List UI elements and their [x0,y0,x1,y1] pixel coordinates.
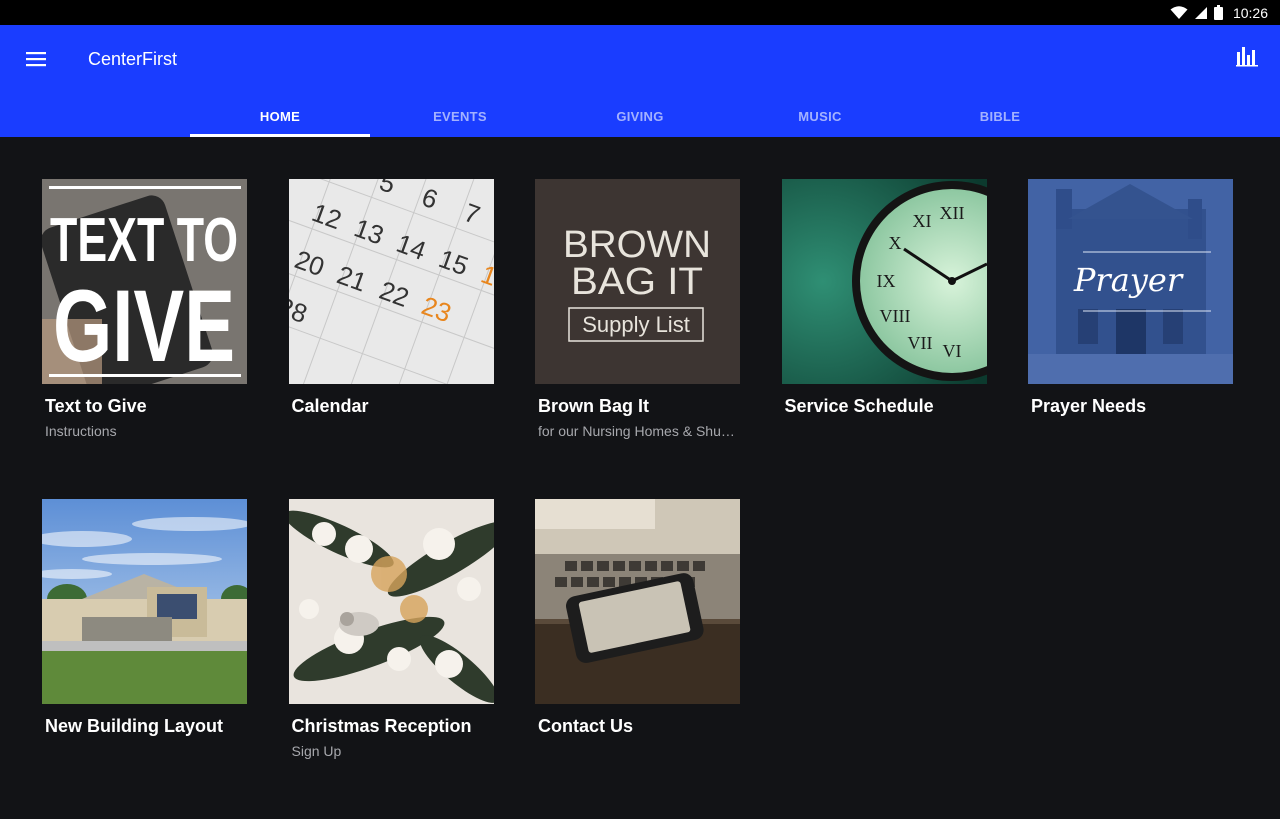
card-subtitle: Sign Up [291,743,342,759]
card-title: Contact Us [538,716,634,736]
status-bar: 10:26 [0,0,1280,25]
card-title: New Building Layout [45,716,223,736]
card-calendar[interactable]: 4 5 6 7 8 12 13 14 15 16 20 21 22 23 28 [288,179,494,499]
svg-text:VI: VI [942,341,961,361]
cell-signal-icon [1194,6,1207,19]
svg-text:IX: IX [876,271,895,291]
contact-thumbnail [535,499,740,704]
tab-giving[interactable]: GIVING [550,95,730,137]
tab-bar: HOME EVENTS GIVING MUSIC BIBLE [190,95,1090,137]
card-text-to-give[interactable]: TEXT TO GIVE Text to Give Instructions [42,179,247,499]
card-title: Calendar [291,396,369,416]
tab-music[interactable]: MUSIC [730,95,910,137]
card-title: Brown Bag It [538,396,649,416]
svg-text:VII: VII [907,333,932,353]
svg-text:XI: XI [912,211,931,231]
battery-icon [1213,5,1223,20]
card-title: Service Schedule [784,396,934,416]
thumb-text-bag-it: BAG IT [571,261,703,303]
christmas-thumbnail [288,499,494,704]
brown-bag-thumbnail: BROWN BAG IT Supply List [535,179,740,384]
prayer-thumbnail: Prayer [1028,179,1233,384]
content-grid: TEXT TO GIVE Text to Give Instructions 4 [42,179,1233,819]
hamburger-menu-icon[interactable] [24,47,48,71]
wifi-icon [1170,5,1188,19]
building-thumbnail [42,499,247,704]
tab-events[interactable]: EVENTS [370,95,550,137]
calendar-thumbnail: 4 5 6 7 8 12 13 14 15 16 20 21 22 23 28 [288,179,494,384]
card-contact-us[interactable]: Contact Us [535,499,740,819]
card-christmas-reception[interactable]: Christmas Reception Sign Up [288,499,494,819]
thumb-text-brown: BROWN [563,224,711,266]
card-subtitle: Instructions [45,423,117,439]
card-title: Text to Give [45,396,147,416]
svg-text:XII: XII [939,203,964,223]
card-title: Prayer Needs [1031,396,1147,416]
thumb-text-line2: GIVE [53,269,235,383]
card-new-building-layout[interactable]: New Building Layout [42,499,247,819]
card-prayer-needs[interactable]: Prayer Prayer Needs [1028,179,1233,499]
app-title: CenterFirst [88,49,178,69]
svg-text:VIII: VIII [879,306,910,326]
clock-thumbnail: XII XI X IX VIII VII VI [781,179,987,384]
card-service-schedule[interactable]: XII XI X IX VIII VII VI Service Schedule [781,179,987,499]
text-to-give-thumbnail: TEXT TO GIVE [42,179,247,384]
card-subtitle: for our Nursing Homes & Shu… [538,423,735,439]
thumb-text-prayer: Prayer [1073,261,1184,299]
tab-bible[interactable]: BIBLE [910,95,1090,137]
bar-chart-icon[interactable] [1236,45,1258,67]
thumb-text-supply-list: Supply List [582,312,690,337]
card-brown-bag-it[interactable]: BROWN BAG IT Supply List Brown Bag It fo… [535,179,740,499]
app-bar: CenterFirst HOME EVENTS GIVING MUSIC BIB… [0,25,1280,137]
thumb-text-line1: TEXT TO [50,206,238,275]
svg-text:X: X [888,233,901,253]
status-time: 10:26 [1232,4,1268,21]
tab-home[interactable]: HOME [190,95,370,137]
card-title: Christmas Reception [291,716,472,736]
